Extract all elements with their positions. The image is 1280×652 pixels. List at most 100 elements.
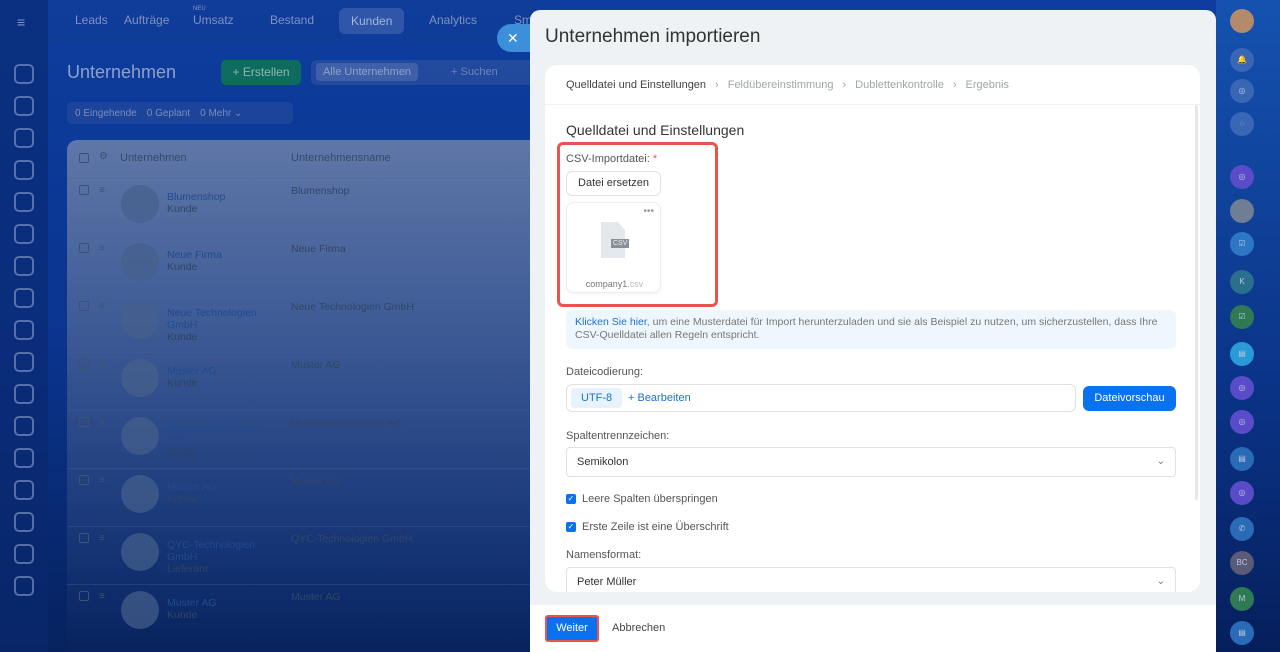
drive-icon[interactable] bbox=[14, 224, 34, 244]
contact-card-icon[interactable]: ▤ bbox=[1230, 447, 1254, 471]
channel-icon[interactable]: ◎ bbox=[1230, 165, 1254, 189]
table-row[interactable]: ≡ Musterunternehmen AG Kunde Musterunterneh… bbox=[67, 410, 537, 468]
mail-icon[interactable] bbox=[14, 320, 34, 340]
file-preview-button[interactable]: Dateivorschau bbox=[1083, 386, 1176, 411]
encoding-chip[interactable]: UTF-8 bbox=[571, 388, 623, 408]
monitor-icon[interactable] bbox=[14, 256, 34, 276]
table-row[interactable]: ≡ Muster AG Kunde Muster AG bbox=[67, 584, 537, 642]
filter-search-bar[interactable]: Alle Unternehmen + Suchen bbox=[311, 60, 536, 85]
table-row[interactable]: ≡ Muster AG Kunde Muster AG bbox=[67, 352, 537, 410]
table-row[interactable]: ≡ Muster AG Kunde Muster AG bbox=[67, 468, 537, 526]
company-link[interactable]: Muster AG Kunde bbox=[167, 481, 277, 505]
activity-icon[interactable]: ◎ bbox=[1230, 79, 1254, 103]
row-checkbox[interactable] bbox=[79, 301, 89, 311]
checkbox-checked-icon[interactable]: ✓ bbox=[566, 494, 576, 504]
row-checkbox[interactable] bbox=[79, 243, 89, 253]
contacts-icon[interactable] bbox=[14, 128, 34, 148]
task-chat-icon[interactable]: ☑ bbox=[1230, 232, 1254, 256]
chat-icon[interactable] bbox=[14, 352, 34, 372]
crm-icon[interactable] bbox=[14, 96, 34, 116]
sign-icon[interactable] bbox=[14, 384, 34, 404]
report-icon[interactable] bbox=[14, 480, 34, 500]
row-checkbox[interactable] bbox=[79, 533, 89, 543]
channel-icon[interactable]: ◎ bbox=[1230, 376, 1254, 400]
table-row[interactable]: ≡ Neue Technologien GmbH Kunde Neue Technol… bbox=[67, 294, 537, 352]
contact-bc[interactable]: BC bbox=[1230, 551, 1254, 575]
payments-icon[interactable] bbox=[14, 544, 34, 564]
checkbox-checked-icon[interactable]: ✓ bbox=[566, 522, 576, 532]
company-link[interactable]: Muster AG Kunde bbox=[167, 365, 277, 389]
chat-search-icon[interactable]: ◌ bbox=[1230, 112, 1254, 136]
file-tile[interactable]: ••• CSV company1.csv bbox=[566, 202, 661, 293]
cancel-button[interactable]: Abbrechen bbox=[612, 622, 665, 634]
column-header-company[interactable]: Unternehmen bbox=[120, 152, 187, 164]
filter-icon[interactable] bbox=[14, 448, 34, 468]
drag-handle-icon[interactable]: ≡ bbox=[99, 185, 105, 196]
drag-handle-icon[interactable]: ≡ bbox=[99, 533, 105, 544]
nav-umsatz[interactable]: Umsatz bbox=[193, 13, 234, 27]
column-header-company-name[interactable]: Unternehmensname bbox=[291, 152, 391, 164]
company-link[interactable]: Blumenshop Kunde bbox=[167, 191, 277, 215]
drag-handle-icon[interactable]: ≡ bbox=[99, 359, 105, 370]
bell-icon[interactable]: 🔔 bbox=[1230, 48, 1254, 72]
row-checkbox[interactable] bbox=[79, 185, 89, 195]
message-icon[interactable]: ▤ bbox=[1230, 342, 1254, 366]
company-link[interactable]: Neue Technologien GmbH Kunde bbox=[167, 307, 277, 343]
settings-gear-icon[interactable]: ⚙ bbox=[99, 151, 108, 162]
next-button[interactable]: Weiter bbox=[545, 615, 599, 642]
analytics-icon[interactable] bbox=[14, 576, 34, 596]
drag-handle-icon[interactable]: ≡ bbox=[99, 475, 105, 486]
table-row[interactable]: ≡ QYC-Technologien GmbH Lieferant QYC-Techn… bbox=[67, 526, 537, 584]
counter-incoming[interactable]: 0 Eingehende bbox=[75, 108, 137, 119]
more-dots-icon[interactable]: ••• bbox=[643, 206, 654, 217]
store-icon[interactable] bbox=[14, 416, 34, 436]
create-button[interactable]: + Erstellen bbox=[221, 60, 301, 85]
encoding-edit-link[interactable]: + Bearbeiten bbox=[628, 392, 691, 404]
company-link[interactable]: Musterunternehmen AG Kunde bbox=[167, 423, 277, 459]
scrollbar[interactable] bbox=[1195, 105, 1198, 500]
counter-more[interactable]: 0 Mehr ⌄ bbox=[200, 108, 242, 119]
replace-file-button[interactable]: Datei ersetzen bbox=[566, 171, 661, 196]
encoding-field[interactable]: UTF-8 + Bearbeiten bbox=[566, 384, 1076, 412]
search-input[interactable]: + Suchen bbox=[451, 66, 498, 78]
task-chat-icon[interactable]: ☑ bbox=[1230, 305, 1254, 329]
phone-icon[interactable]: ✆ bbox=[1230, 517, 1254, 541]
calendar-icon[interactable] bbox=[14, 192, 34, 212]
company-link[interactable]: Muster AG Kunde bbox=[167, 597, 277, 621]
nav-leads[interactable]: Leads bbox=[75, 13, 108, 27]
select-all-checkbox[interactable] bbox=[79, 153, 89, 163]
company-link[interactable]: Neue Firma Kunde bbox=[167, 249, 277, 273]
row-checkbox[interactable] bbox=[79, 591, 89, 601]
nav-auftraege[interactable]: Aufträge bbox=[124, 13, 169, 27]
channel-icon[interactable]: ◎ bbox=[1230, 481, 1254, 505]
home-icon[interactable] bbox=[14, 64, 34, 84]
company-link[interactable]: QYC-Technologien GmbH Lieferant bbox=[167, 539, 277, 575]
drag-handle-icon[interactable]: ≡ bbox=[99, 243, 105, 254]
first-row-header-checkbox[interactable]: ✓ Erste Zeile ist eine Überschrift bbox=[566, 521, 729, 533]
tasks-icon[interactable] bbox=[14, 288, 34, 308]
contact-avatar[interactable] bbox=[1230, 199, 1254, 223]
contact-card-icon[interactable]: ▤ bbox=[1230, 621, 1254, 645]
drag-handle-icon[interactable]: ≡ bbox=[99, 417, 105, 428]
drag-handle-icon[interactable]: ≡ bbox=[99, 591, 105, 602]
row-checkbox[interactable] bbox=[79, 359, 89, 369]
documents-icon[interactable] bbox=[14, 160, 34, 180]
row-checkbox[interactable] bbox=[79, 475, 89, 485]
user-avatar[interactable] bbox=[1230, 9, 1254, 33]
name-format-select[interactable]: Peter Müller ⌄ bbox=[566, 567, 1176, 592]
settings-icon[interactable] bbox=[14, 512, 34, 532]
row-checkbox[interactable] bbox=[79, 417, 89, 427]
separator-select[interactable]: Semikolon ⌄ bbox=[566, 447, 1176, 477]
contact-m[interactable]: M bbox=[1230, 587, 1254, 611]
contact-k[interactable]: K bbox=[1230, 270, 1254, 294]
counter-planned[interactable]: 0 Geplant bbox=[147, 108, 190, 119]
table-row[interactable]: ≡ Neue Firma Kunde Neue Firma bbox=[67, 236, 537, 294]
skip-empty-columns-checkbox[interactable]: ✓ Leere Spalten überspringen bbox=[566, 493, 718, 505]
sample-file-link[interactable]: Klicken Sie hier bbox=[575, 316, 647, 328]
channel-icon[interactable]: ◎ bbox=[1230, 410, 1254, 434]
filter-chip[interactable]: Alle Unternehmen bbox=[316, 63, 419, 81]
drag-handle-icon[interactable]: ≡ bbox=[99, 301, 105, 312]
menu-icon[interactable]: ≡ bbox=[17, 14, 25, 30]
table-row[interactable]: ≡ Blumenshop Kunde Blumenshop bbox=[67, 178, 537, 236]
nav-kunden[interactable]: Kunden bbox=[339, 8, 405, 34]
